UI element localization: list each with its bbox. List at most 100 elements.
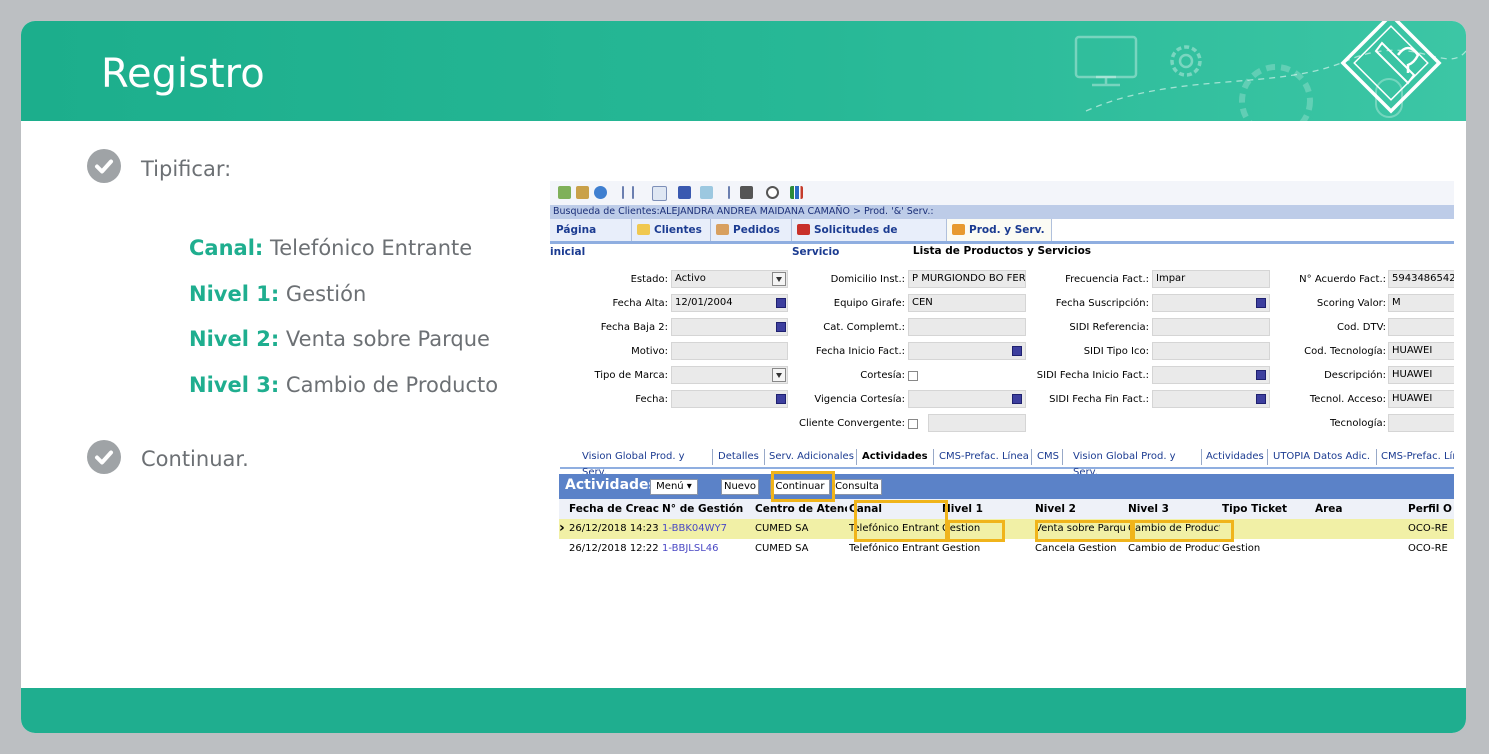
field-label: Fecha Alta: — [612, 298, 668, 309]
new-record-icon[interactable] — [558, 186, 571, 199]
col-perfil[interactable]: Perfil O — [1408, 503, 1454, 515]
field-label: SIDI Fecha Fin Fact.: — [1049, 394, 1149, 405]
field-label: Domicilio Inst.: — [830, 274, 905, 285]
tipo-marca-field[interactable] — [671, 366, 788, 384]
cortesia-checkbox[interactable] — [908, 371, 918, 381]
nuevo-button[interactable]: Nuevo — [721, 479, 759, 495]
estado-field[interactable]: Activo — [671, 270, 788, 288]
clock-icon[interactable] — [766, 186, 779, 199]
cell-n-gestion-link[interactable]: 1-BBJLSL46 — [662, 543, 752, 554]
dropdown-arrow-icon[interactable] — [772, 272, 786, 286]
fecha-baja-field[interactable] — [671, 318, 788, 336]
cod-dtv-field[interactable] — [1388, 318, 1454, 336]
tecnologia-field[interactable] — [1388, 414, 1454, 432]
acuerdo-fact-field[interactable]: 5943486542 — [1388, 270, 1454, 288]
toolbar-separator — [728, 186, 730, 199]
tab-prod-y-serv[interactable]: Prod. y Serv. — [947, 219, 1052, 241]
cell-perfil: OCO-RE — [1408, 523, 1448, 534]
canal-highlight — [854, 500, 948, 542]
subtab-cms-prefac-linea[interactable]: CMS-Prefac. Línea — [939, 449, 1032, 465]
fecha-field[interactable] — [671, 390, 788, 408]
subtab-actividades-2[interactable]: Actividades — [1206, 449, 1268, 465]
equipo-girafe-field[interactable]: CEN — [908, 294, 1026, 312]
print-icon[interactable] — [740, 186, 753, 199]
slide: Registro Tipificar: Canal: Telefónico En… — [21, 21, 1466, 733]
field-label: Tipo de Marca: — [594, 370, 668, 381]
frecuencia-fact-field[interactable]: Impar — [1152, 270, 1270, 288]
col-area[interactable]: Área — [1315, 503, 1405, 515]
cliente-convergente-checkbox[interactable] — [908, 419, 918, 429]
descripcion-field[interactable]: HUAWEI — [1388, 366, 1454, 384]
sidi-referencia-field[interactable] — [1152, 318, 1270, 336]
subtab-actividades[interactable]: Actividades — [862, 449, 934, 465]
dropdown-arrow-icon[interactable] — [772, 368, 786, 382]
tab-pagina-inicial[interactable]: Página inicial — [550, 219, 632, 258]
fecha-suscripcion-field[interactable] — [1152, 294, 1270, 312]
breadcrumb-text[interactable]: Busqueda de Clientes:ALEJANDRA ANDREA MA… — [553, 206, 934, 217]
col-nivel-3[interactable]: Nivel 3 — [1128, 503, 1220, 515]
consulta-button[interactable]: Consulta — [832, 479, 882, 495]
folder-icon — [637, 224, 650, 235]
subtab-cms-prefac-lin[interactable]: CMS-Prefac. Lín — [1381, 449, 1454, 465]
col-fecha-creacion[interactable]: Fecha de Creació — [569, 503, 659, 515]
table-row[interactable]: 26/12/2018 12:22:0 1-BBJLSL46 CUMED SA T… — [559, 539, 1454, 559]
col-nivel-1[interactable]: Nivel 1 — [942, 503, 1032, 515]
cell-n-gestion-link[interactable]: 1-BBK04WY7 — [662, 523, 752, 534]
domicilio-field[interactable]: P MURGIONDO BO FERRE — [908, 270, 1026, 288]
bullet-tipificar: Tipificar: — [141, 157, 232, 181]
calendar-icon[interactable] — [1012, 394, 1022, 404]
cliente-convergente-field[interactable] — [928, 414, 1026, 432]
cell-canal: Telefónico Entrante — [849, 543, 939, 554]
scoring-valor-field[interactable]: M — [1388, 294, 1454, 312]
col-centro-atencion[interactable]: Centro de Atenció — [755, 503, 847, 515]
sidi-fecha-inicio-field[interactable] — [1152, 366, 1270, 384]
field-label: SIDI Fecha Inicio Fact.: — [1036, 370, 1149, 381]
copy-icon[interactable] — [576, 186, 589, 199]
subtab-vision-global[interactable]: Vision Global Prod. y Serv. — [582, 449, 713, 478]
calendar-icon[interactable] — [1012, 346, 1022, 356]
tab-solicitudes[interactable]: Solicitudes de Servicio — [792, 219, 947, 258]
tab-pedidos[interactable]: Pedidos — [711, 219, 792, 241]
check-circle-icon — [87, 149, 121, 183]
cod-tecnologia-field[interactable]: HUAWEI — [1388, 342, 1454, 360]
calendar-icon[interactable] — [1256, 370, 1266, 380]
header-decoration — [1074, 21, 1466, 121]
checklist-icon[interactable] — [700, 186, 713, 199]
detail-value: Venta sobre Parque — [285, 327, 490, 351]
calendar-icon[interactable] — [1256, 394, 1266, 404]
help-icon[interactable] — [678, 186, 691, 199]
col-nivel-2[interactable]: Nivel 2 — [1035, 503, 1125, 515]
cat-complemt-field[interactable] — [908, 318, 1026, 336]
calendar-icon[interactable] — [776, 394, 786, 404]
calendar-icon[interactable] — [1256, 298, 1266, 308]
motivo-field[interactable] — [671, 342, 788, 360]
subtab-utopia[interactable]: UTOPIA Datos Adic. — [1273, 449, 1377, 465]
subtab-cms[interactable]: CMS — [1037, 449, 1063, 465]
field-label: Frecuencia Fact.: — [1065, 274, 1149, 285]
fecha-alta-field[interactable]: 12/01/2004 — [671, 294, 788, 312]
field-label: Cortesía: — [860, 370, 905, 381]
search-icon[interactable] — [652, 186, 667, 201]
vigencia-cortesia-field[interactable] — [908, 390, 1026, 408]
slide-footer — [21, 688, 1466, 733]
sidi-fecha-fin-field[interactable] — [1152, 390, 1270, 408]
menu-button[interactable]: Menú ▾ — [650, 479, 698, 495]
globe-icon[interactable] — [594, 186, 607, 199]
tecnol-acceso-field[interactable]: HUAWEI — [1388, 390, 1454, 408]
field-label: SIDI Tipo Ico: — [1083, 346, 1149, 357]
sidi-tipo-ico-field[interactable] — [1152, 342, 1270, 360]
calendar-icon[interactable] — [776, 298, 786, 308]
calendar-icon[interactable] — [776, 322, 786, 332]
subtab-serv-adicionales[interactable]: Serv. Adicionales — [769, 449, 857, 465]
subtab-detalles[interactable]: Detalles — [718, 449, 765, 465]
col-n-gestion[interactable]: N° de Gestión — [662, 503, 752, 515]
fecha-inicio-fact-field[interactable] — [908, 342, 1026, 360]
table-row[interactable]: › 26/12/2018 14:23:2 1-BBK04WY7 CUMED SA… — [559, 519, 1454, 539]
field-label: Cliente Convergente: — [798, 418, 905, 429]
subtab-vision-global-2[interactable]: Vision Global Prod. y Serv. — [1073, 449, 1202, 478]
col-tipo-ticket[interactable]: Tipo Ticket — [1222, 503, 1312, 515]
tab-clientes[interactable]: Clientes — [632, 219, 711, 241]
detail-label: Nivel 2: — [189, 327, 280, 351]
chart-icon[interactable] — [790, 186, 803, 199]
row-selected-marker: › — [559, 520, 565, 536]
